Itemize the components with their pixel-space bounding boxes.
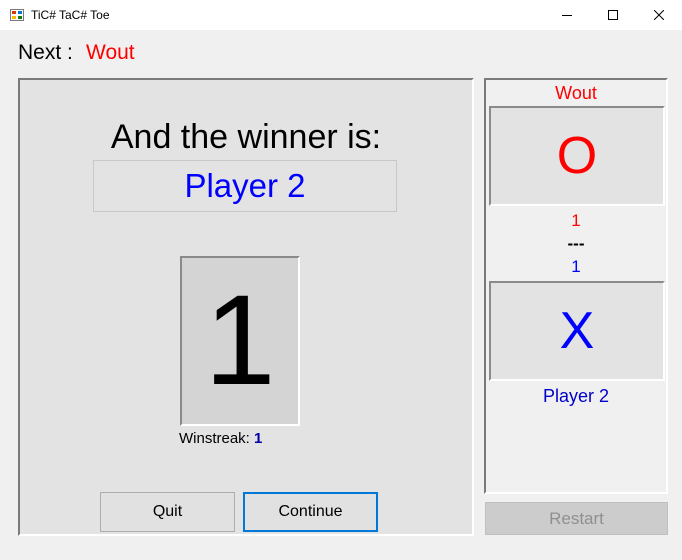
player2-score: 1 [571, 257, 581, 276]
score-separator: --- [567, 234, 585, 253]
player2-name: Player 2 [542, 386, 610, 406]
minimize-icon [562, 15, 572, 16]
scoreboard-panel: Wout O 1 --- 1 X Player 2 [484, 78, 668, 494]
restart-button[interactable]: Restart [485, 502, 668, 535]
next-label: Next : [18, 41, 73, 64]
close-button[interactable] [636, 0, 682, 30]
result-panel: And the winner is: Player 2 1 Winstreak:… [18, 78, 474, 536]
close-icon [654, 10, 664, 20]
continue-button[interactable]: Continue [243, 492, 378, 532]
winstreak-label: Winstreak: [179, 430, 250, 447]
next-player-name: Wout [86, 41, 135, 64]
maximize-icon [608, 10, 618, 20]
win-count-display: 1 [180, 256, 300, 426]
winstreak: Winstreak: 1 [179, 430, 262, 447]
title-bar: TiC# TaC# Toe [0, 0, 682, 30]
winner-heading: And the winner is: [110, 118, 382, 156]
player1-mark: O [489, 106, 665, 206]
player2-mark: X [489, 281, 665, 381]
window-title: TiC# TaC# Toe [31, 8, 110, 22]
winstreak-value: 1 [254, 430, 263, 447]
player1-name: Wout [555, 83, 597, 103]
maximize-button[interactable] [590, 0, 636, 30]
winner-name: Player 2 [93, 160, 397, 212]
player1-score: 1 [571, 211, 581, 230]
tic-tac-toe-app-icon [10, 9, 24, 21]
minimize-button[interactable] [544, 0, 590, 30]
quit-button[interactable]: Quit [100, 492, 235, 532]
